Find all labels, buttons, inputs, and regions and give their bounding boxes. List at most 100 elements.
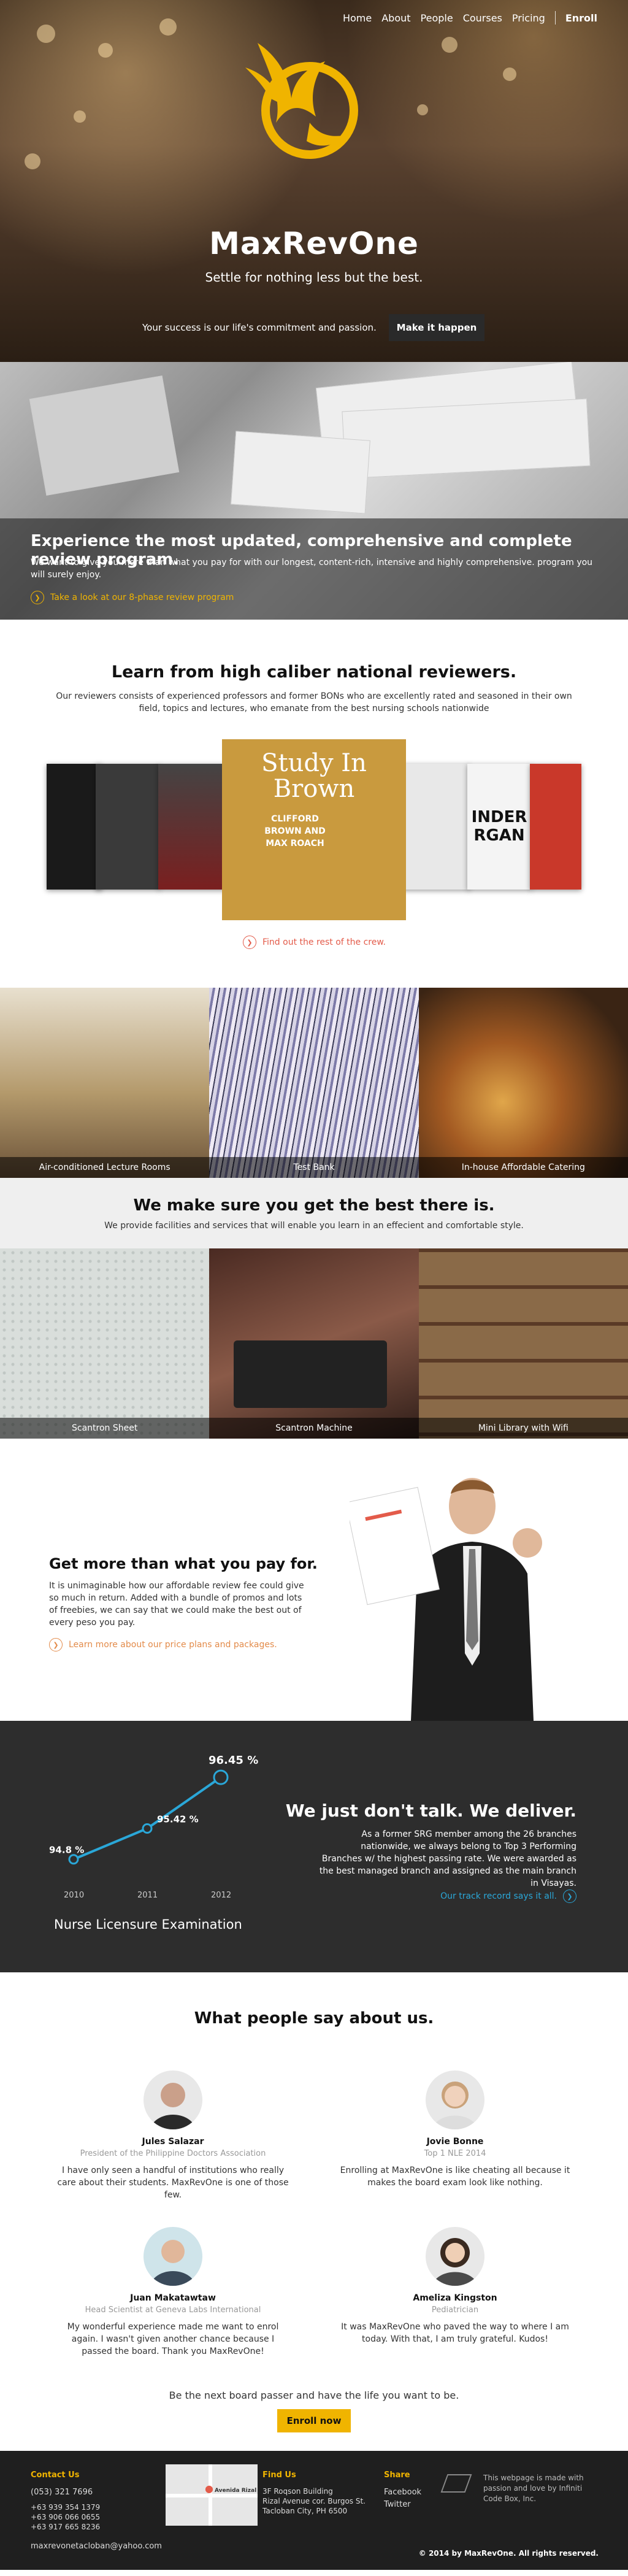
facility-tile[interactable]: Test Bank	[209, 988, 419, 1178]
service-caption: Mini Library with Wifi	[418, 1418, 628, 1439]
footer-email[interactable]: maxrevonetacloban@yahoo.com	[31, 2540, 162, 2553]
nav-pricing[interactable]: Pricing	[512, 12, 545, 24]
map-road	[209, 2464, 212, 2526]
footer-credit: This webpage is made with passion and lo…	[483, 2474, 584, 2503]
footer-phone: (053) 321 7696	[31, 2488, 93, 2497]
share-facebook[interactable]: Facebook	[384, 2486, 421, 2499]
footer-phone: +63 939 354 1379	[31, 2503, 101, 2512]
footer: Contact Us (053) 321 7696 +63 939 354 13…	[0, 2451, 628, 2570]
share-twitter[interactable]: Twitter	[384, 2499, 421, 2511]
album-title: Study In Brown	[261, 749, 367, 803]
share-heading: Share	[384, 2470, 410, 2480]
program-text: We want to give you more than what you p…	[31, 558, 593, 580]
testimonials-section: What people say about us. Jules Salazar …	[0, 1972, 628, 2451]
enroll-now-button[interactable]: Enroll now	[277, 2409, 351, 2432]
track-record-label: Our track record says it all.	[440, 1891, 557, 1901]
avatar	[426, 2070, 484, 2129]
album-side-text: INDER RGAN	[471, 808, 527, 845]
testimonials-heading: What people say about us.	[194, 2009, 434, 2028]
more-heading: Get more than what you pay for.	[49, 1555, 318, 1572]
person-icon	[432, 2082, 478, 2129]
make-it-happen-button[interactable]: Make it happen	[389, 314, 484, 341]
facility-caption: In-house Affordable Catering	[418, 1157, 628, 1178]
data-label: 95.42 %	[157, 1814, 199, 1825]
nav-about[interactable]: About	[381, 12, 410, 24]
map-pin-icon: ●	[205, 2483, 213, 2494]
find-heading: Find Us	[262, 2470, 296, 2480]
stats-section: 94.8 % 2010 95.42 % 2011 96.45 % 2012 Nurse L…	[0, 1721, 628, 1972]
album-cover[interactable]	[96, 764, 160, 890]
hero-tagline: Settle for nothing less but the best.	[205, 270, 423, 285]
copyright: © 2014 by MaxRevOne. All rights reserved…	[418, 2549, 599, 2558]
pricing-link[interactable]: ❯ Learn more about our price plans and p…	[49, 1638, 277, 1651]
featured-album[interactable]: Study In Brown CLIFFORD BROWN AND MAX RO…	[222, 739, 406, 920]
crew-section: Learn from high caliber national reviewe…	[0, 620, 628, 988]
testimonial-card: Jovie Bonne Top 1 NLE 2014 Enrolling at …	[339, 2070, 572, 2189]
avatar	[144, 2070, 202, 2129]
album-cover[interactable]	[47, 764, 102, 890]
footer-contact: Contact Us (053) 321 7696 +63 939 354 13…	[31, 2469, 162, 2553]
nav-enroll[interactable]: Enroll	[565, 12, 597, 24]
album-cover[interactable]: INDER RGAN	[467, 764, 532, 890]
testimonial-card: Ameliza Kingston Pediatrician It was Max…	[339, 2227, 572, 2345]
album-names: CLIFFORD BROWN AND MAX ROACH	[264, 814, 326, 848]
footer-share: Share Facebook Twitter	[384, 2469, 421, 2511]
avatar	[426, 2227, 484, 2286]
facility-tile[interactable]: Air-conditioned Lecture Rooms	[0, 988, 210, 1178]
facility-tile[interactable]: In-house Affordable Catering	[418, 988, 628, 1178]
best-text: We provide facilities and services that …	[104, 1221, 524, 1231]
crew-text: Our reviewers consists of experienced pr…	[56, 691, 572, 713]
footer-find: Find Us 3F Roqson Building Rizal Avenue …	[262, 2469, 366, 2516]
service-caption: Scantron Sheet	[0, 1418, 210, 1439]
person-icon	[150, 2240, 196, 2286]
exam-label: Nurse Licensure Examination	[54, 1917, 242, 1932]
map-label: Avenida Rizal	[215, 2488, 257, 2494]
testimonial-title: Head Scientist at Geneva Labs Internatio…	[85, 2305, 261, 2315]
testimonial-name: Juan Makatawtaw	[130, 2293, 216, 2303]
service-tile[interactable]: Scantron Machine	[209, 1248, 419, 1439]
facilities-grid: Air-conditioned Lecture Rooms Test Bank …	[0, 988, 628, 1178]
person-icon	[432, 2238, 478, 2286]
album-cover[interactable]	[530, 764, 581, 890]
best-heading: We make sure you get the best there is.	[133, 1196, 495, 1215]
service-tile[interactable]: Scantron Sheet	[0, 1248, 210, 1439]
pricing-section: Get more than what you pay for. It is un…	[0, 1439, 628, 1721]
scanner-shape	[234, 1340, 388, 1408]
x-tick-label: 2011	[137, 1891, 158, 1900]
arrow-right-icon: ❯	[563, 1890, 576, 1903]
service-tile[interactable]: Mini Library with Wifi	[418, 1248, 628, 1439]
testimonial-title: Top 1 NLE 2014	[424, 2149, 486, 2158]
nav-courses[interactable]: Courses	[463, 12, 502, 24]
x-tick-label: 2012	[211, 1891, 231, 1900]
testimonial-title: Pediatrician	[431, 2305, 479, 2315]
pricing-link-label: Learn more about our price plans and pac…	[69, 1640, 277, 1650]
nav-people[interactable]: People	[421, 12, 453, 24]
crew-heading: Learn from high caliber national reviewe…	[111, 663, 517, 682]
testimonial-name: Jovie Bonne	[426, 2137, 484, 2147]
hero-commitment: Your success is our life's commitment an…	[142, 322, 377, 333]
nav-home[interactable]: Home	[343, 12, 372, 24]
top-nav: Home About People Courses Pricing Enroll	[343, 11, 597, 25]
avatar	[144, 2227, 202, 2286]
testimonial-name: Ameliza Kingston	[413, 2293, 497, 2303]
location-map[interactable]: Avenida Rizal ●	[166, 2464, 258, 2526]
facility-caption: Air-conditioned Lecture Rooms	[0, 1157, 210, 1178]
track-record-link[interactable]: Our track record says it all. ❯	[440, 1890, 576, 1903]
services-grid: Scantron Sheet Scantron Machine Mini Lib…	[0, 1248, 628, 1439]
album-cover[interactable]	[402, 764, 470, 890]
testimonial-quote: I have only seen a handful of institutio…	[57, 2166, 289, 2200]
series-line	[73, 1776, 222, 1861]
facility-caption: Test Bank	[209, 1157, 419, 1178]
footer-address: Rizal Avenue cor. Burgos St.	[262, 2497, 366, 2505]
businessman-image	[350, 1478, 542, 1721]
crew-link[interactable]: ❯ Find out the rest of the crew.	[243, 936, 386, 949]
data-label: 94.8 %	[49, 1845, 84, 1856]
arrow-right-icon: ❯	[49, 1638, 63, 1651]
testimonial-quote: My wonderful experience made me want to …	[67, 2322, 279, 2356]
x-tick-label: 2010	[64, 1891, 84, 1900]
program-link[interactable]: ❯ Take a look at our 8-phase review prog…	[31, 591, 234, 604]
program-link-label: Take a look at our 8-phase review progra…	[50, 593, 234, 602]
program-banner: Experience the most updated, comprehensi…	[0, 518, 628, 620]
testimonial-card: Jules Salazar President of the Philippin…	[56, 2070, 289, 2201]
album-cover[interactable]	[158, 764, 226, 890]
